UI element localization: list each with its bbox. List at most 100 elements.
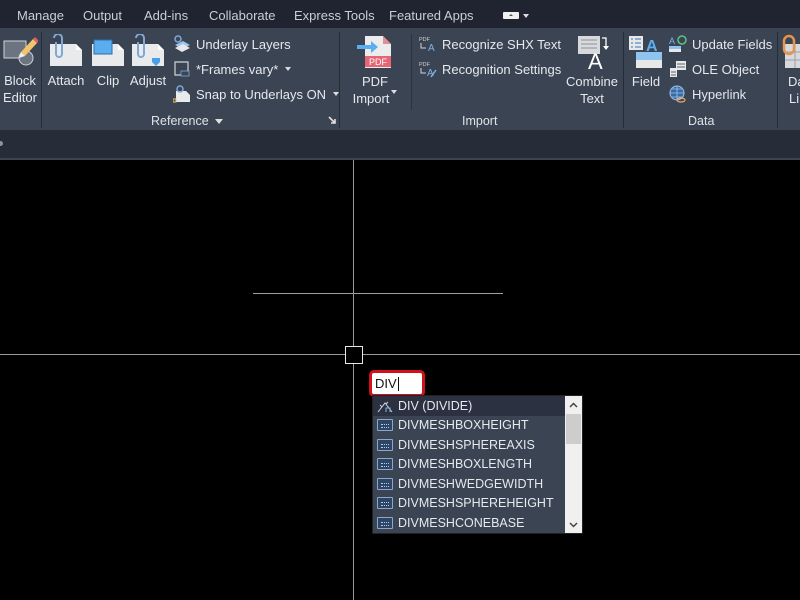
- autocomplete-item[interactable]: DIVMESHCONEBASE: [373, 513, 565, 533]
- recognize-shx-text-button[interactable]: PDF A Recognize SHX Text: [419, 33, 561, 55]
- data-link-button[interactable]: Da Lin: [781, 34, 800, 107]
- recognition-settings-label: Recognition Settings: [442, 61, 562, 77]
- recognition-settings-button[interactable]: PDF A Recognition Settings: [419, 58, 561, 80]
- attach-label: Attach: [47, 73, 85, 88]
- autocomplete-item[interactable]: DIV (DIVIDE): [373, 396, 565, 416]
- svg-text:A: A: [588, 49, 603, 70]
- clip-icon: [92, 39, 124, 66]
- field-label: Field: [631, 74, 661, 89]
- underlay-layers-button[interactable]: Underlay Layers: [173, 33, 291, 55]
- ribbon-tab-bar: Manage Output Add-ins Collaborate Expres…: [0, 0, 800, 28]
- svg-text:A: A: [428, 43, 435, 53]
- field-icon: A: [629, 36, 662, 68]
- data-link-label-1: Da: [788, 74, 800, 89]
- ole-object-label: OLE Object: [692, 61, 760, 77]
- panel-separator: [777, 32, 778, 128]
- file-tab-strip: [0, 130, 800, 160]
- reference-panel-caret-icon: [214, 119, 223, 125]
- pdf-import-label-1: PDF: [362, 74, 388, 89]
- frames-icon: [173, 60, 191, 78]
- autocomplete-item[interactable]: DIVMESHBOXLENGTH: [373, 455, 565, 475]
- autocomplete-item-label: DIVMESHBOXHEIGHT: [398, 418, 529, 433]
- snap-label: Snap to Underlays ON: [196, 86, 327, 102]
- adjust-icon: [132, 34, 164, 66]
- recognition-settings-icon: PDF A: [419, 60, 437, 79]
- autocomplete-item-label: DIVMESHCONEBASE: [398, 515, 525, 530]
- combine-text-icon: A: [578, 36, 609, 70]
- tab-manage[interactable]: Manage: [17, 8, 64, 23]
- field-button[interactable]: A Field: [627, 34, 665, 90]
- pdf-import-caret-icon: [391, 90, 398, 94]
- snap-underlays-icon: [172, 85, 191, 103]
- reference-panel-title[interactable]: Reference: [151, 114, 223, 128]
- underlay-layers-icon: [173, 35, 191, 53]
- tab-output[interactable]: Output: [83, 8, 122, 23]
- panel-separator: [623, 32, 624, 128]
- combine-text-label-2: Text: [580, 91, 604, 106]
- svg-text:PDF: PDF: [369, 57, 388, 67]
- combine-text-button[interactable]: A Combine Text: [563, 34, 621, 107]
- adjust-label: Adjust: [129, 73, 167, 88]
- scroll-up-button[interactable]: [565, 396, 582, 413]
- frames-caret-icon: [285, 67, 292, 71]
- autocomplete-scrollbar[interactable]: [565, 396, 582, 533]
- update-fields-label: Update Fields: [692, 36, 773, 52]
- tab-collaborate[interactable]: Collaborate: [209, 8, 276, 23]
- data-link-label-2: Lin: [789, 91, 800, 106]
- clip-button[interactable]: Clip: [90, 34, 126, 89]
- attach-button[interactable]: Attach: [46, 34, 86, 89]
- tab-express-tools[interactable]: Express Tools: [294, 8, 375, 23]
- crosshair-vertical: [353, 160, 354, 600]
- inner-separator: [411, 34, 412, 110]
- reference-title-text: Reference: [151, 114, 209, 128]
- frames-label: *Frames vary*: [196, 61, 279, 77]
- dynamic-command-input[interactable]: DIV: [369, 370, 425, 397]
- attach-icon: [50, 34, 82, 66]
- svg-text:A: A: [669, 36, 675, 46]
- drawn-line[interactable]: [253, 293, 503, 294]
- crosshair-pickbox: [345, 346, 363, 364]
- scrollbar-thumb[interactable]: [566, 414, 581, 444]
- tab-featured-apps[interactable]: Featured Apps: [389, 8, 474, 23]
- block-editor-label-1: Block: [4, 73, 36, 88]
- adjust-button[interactable]: Adjust: [128, 34, 168, 89]
- autocomplete-item[interactable]: DIVMESHBOXHEIGHT: [373, 416, 565, 436]
- ole-object-button[interactable]: OLE Object: [669, 58, 759, 80]
- text-cursor: [397, 376, 399, 391]
- minimize-ribbon-button[interactable]: [503, 12, 519, 19]
- hyperlink-button[interactable]: Hyperlink: [669, 83, 746, 105]
- clip-label: Clip: [96, 73, 120, 88]
- system-variable-icon: [377, 419, 393, 432]
- crosshair-horizontal: [0, 354, 800, 355]
- recognize-shx-label: Recognize SHX Text: [442, 36, 561, 52]
- tab-add-ins[interactable]: Add-ins: [144, 8, 188, 23]
- frames-dropdown[interactable]: *Frames vary*: [173, 58, 292, 80]
- update-fields-icon: A: [669, 35, 687, 53]
- panel-separator: [41, 32, 42, 128]
- autocomplete-item-label: DIV (DIVIDE): [398, 398, 473, 413]
- autocomplete-item-label: DIVMESHWEDGEWIDTH: [398, 476, 544, 491]
- autocomplete-item[interactable]: DIVMESHWEDGEWIDTH: [373, 474, 565, 494]
- snap-to-underlays-dropdown[interactable]: Snap to Underlays ON: [172, 83, 340, 105]
- autocomplete-item[interactable]: DIVMESHSPHEREAXIS: [373, 435, 565, 455]
- combine-text-label-1: Combine: [565, 74, 619, 89]
- ribbon-options-caret-icon[interactable]: [523, 14, 529, 18]
- chevron-down-icon: [569, 521, 578, 528]
- autocomplete-item-label: DIVMESHBOXLENGTH: [398, 457, 533, 472]
- system-variable-icon: [377, 516, 393, 529]
- pdf-import-button[interactable]: PDF PDF Import: [346, 34, 404, 107]
- hyperlink-label: Hyperlink: [692, 86, 747, 102]
- reference-dialog-launcher-icon[interactable]: [328, 116, 337, 125]
- recognize-shx-icon: PDF A: [419, 35, 437, 54]
- system-variable-icon: [377, 497, 393, 510]
- block-editor-button[interactable]: Block Editor: [0, 34, 40, 106]
- hyperlink-icon: [669, 85, 687, 103]
- autocomplete-item[interactable]: DIVMESHSPHEREHEIGHT: [373, 494, 565, 514]
- data-link-icon: [782, 34, 800, 68]
- autocomplete-item-label: DIVMESHSPHEREAXIS: [398, 437, 535, 452]
- block-editor-icon: [3, 37, 38, 66]
- ribbon-panel-area: Block Editor Attach Clip Adjust Underlay…: [0, 28, 800, 130]
- update-fields-button[interactable]: A Update Fields: [669, 33, 772, 55]
- scroll-down-button[interactable]: [565, 516, 582, 533]
- data-panel-title: Data: [688, 114, 715, 128]
